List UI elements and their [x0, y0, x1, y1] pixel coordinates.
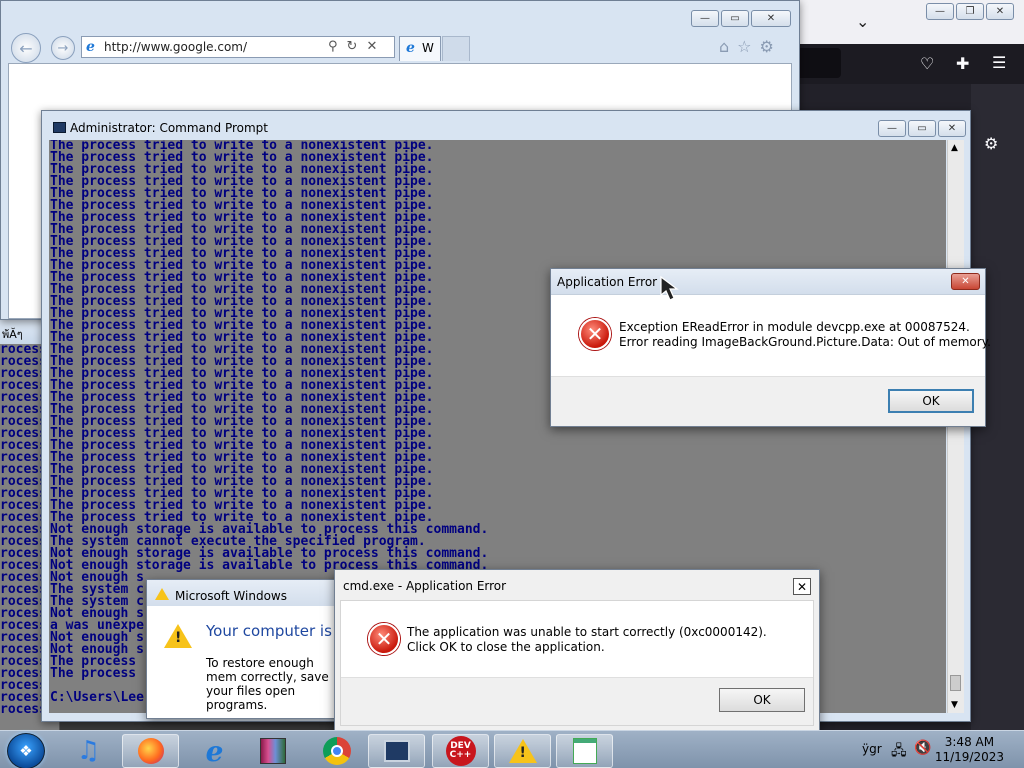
application-error-footer: OK: [551, 376, 985, 426]
taskbar-winrar[interactable]: [244, 734, 301, 768]
restore-button[interactable]: ❐: [956, 3, 984, 20]
taskbar-itunes[interactable]: ♫: [60, 734, 117, 768]
cmd-minimize-button[interactable]: —: [878, 120, 906, 137]
taskbar-chrome[interactable]: [308, 734, 365, 768]
console-icon: [383, 740, 410, 762]
menu-icon[interactable]: ☰: [992, 53, 1006, 72]
clock-time: 3:48 AM: [944, 735, 995, 749]
mouse-cursor-icon: [660, 275, 679, 301]
volume-muted-icon[interactable]: 🔇: [914, 740, 931, 756]
ie-maximize-button[interactable]: ▭: [721, 10, 749, 27]
cmd-application-error-dialog: cmd.exe - Application Error ✕ ✕ The appl…: [334, 569, 820, 732]
application-error-line1: Exception EReadError in module devcpp.ex…: [619, 320, 970, 334]
back-arrow-icon: ←: [19, 38, 33, 58]
forward-arrow-icon: →: [57, 40, 69, 56]
scroll-down-icon[interactable]: ▼: [951, 700, 958, 710]
scroll-thumb[interactable]: [950, 675, 961, 691]
firefox-icon: [137, 738, 164, 764]
devcpp-icon: DEV C++: [445, 736, 476, 766]
windows-logo-icon: ❖: [19, 742, 33, 760]
tab-label: W: [422, 41, 434, 55]
cmd-error-ok-button[interactable]: OK: [719, 688, 805, 712]
firefox-url-bar[interactable]: [796, 48, 841, 78]
tab-ie-icon: e: [406, 40, 415, 56]
ie-minimize-button[interactable]: —: [691, 10, 719, 27]
favorites-star-icon[interactable]: ☆: [737, 37, 751, 56]
refresh-icon[interactable]: ↻: [347, 39, 358, 54]
taskbar-internet-explorer[interactable]: e: [186, 734, 243, 768]
app-error-close-button[interactable]: ✕: [951, 273, 980, 290]
scroll-up-icon[interactable]: ▲: [951, 143, 958, 153]
extensions-icon[interactable]: ✚: [956, 54, 969, 73]
address-url: http://www.google.com/: [104, 40, 248, 54]
cmd-close-button[interactable]: ✕: [938, 120, 966, 137]
low-memory-body: To restore enough mem correctly, save yo…: [206, 656, 329, 712]
network-icon[interactable]: 🖧: [891, 740, 907, 764]
minimize-button[interactable]: —: [926, 3, 954, 20]
back-button[interactable]: ←: [11, 33, 41, 63]
cmd-error-message: The application was unable to start corr…: [407, 625, 767, 654]
tools-gear-icon[interactable]: ⚙: [760, 37, 774, 56]
title-warning-icon: [155, 588, 169, 600]
command-prompt-icon: [53, 122, 66, 133]
microsoft-windows-title: Microsoft Windows: [147, 580, 345, 606]
application-error-message: Exception EReadError in module devcpp.ex…: [619, 320, 991, 350]
microsoft-windows-dialog: Microsoft Windows ! Your computer is l T…: [146, 579, 346, 719]
error-icon: ✕: [368, 623, 400, 655]
application-error-line2: Error reading ImageBackGround.Picture.Da…: [619, 335, 991, 349]
archive-icon: [259, 738, 286, 764]
close-button[interactable]: ✕: [986, 3, 1014, 20]
cmd-error-body: ✕ The application was unable to start co…: [340, 600, 814, 726]
taskbar-firefox[interactable]: [122, 734, 179, 768]
application-error-title: Application Error: [551, 269, 985, 295]
pocket-icon[interactable]: ♡: [920, 54, 934, 73]
cmd-error-close-button[interactable]: ✕: [793, 578, 811, 595]
ie-taskbar-icon: e: [205, 734, 224, 768]
application-error-ok-button[interactable]: OK: [888, 389, 974, 413]
stop-icon[interactable]: ✕: [366, 39, 377, 54]
taskbar-command-prompt[interactable]: [368, 734, 425, 768]
browser-tab[interactable]: e W: [399, 36, 441, 61]
chevron-down-icon[interactable]: ⌄: [856, 12, 869, 31]
cmd-error-title: cmd.exe - Application Error: [335, 570, 819, 596]
music-note-icon: ♫: [76, 736, 101, 766]
settings-gear-icon[interactable]: ⚙: [984, 134, 998, 153]
new-tab-button[interactable]: [442, 36, 470, 61]
warning-taskbar-icon: !: [508, 739, 537, 763]
taskbar-notepad[interactable]: [556, 734, 613, 768]
forward-button[interactable]: →: [51, 36, 75, 60]
home-icon[interactable]: ⌂: [719, 37, 729, 56]
application-error-dialog: Application Error ✕ ✕ Exception EReadErr…: [550, 268, 991, 427]
search-icon[interactable]: ⚲: [328, 39, 338, 54]
cmd-error-footer: OK: [341, 677, 813, 725]
language-indicator[interactable]: ÿgr: [862, 742, 882, 756]
cmd-maximize-button[interactable]: ▭: [908, 120, 936, 137]
system-clock[interactable]: 3:48 AM 11/19/2023: [935, 735, 1004, 765]
low-memory-heading: Your computer is l: [206, 622, 341, 640]
error-icon: ✕: [579, 318, 611, 350]
taskbar-warning-app[interactable]: !: [494, 734, 551, 768]
document-icon: [572, 738, 597, 764]
clock-date: 11/19/2023: [934, 750, 1004, 764]
firefox-titlebar: ⌄ — ❐ ✕: [796, 0, 1024, 44]
ie-close-button[interactable]: ✕: [751, 10, 791, 27]
warning-icon: !: [164, 624, 192, 648]
ie-logo-icon: e: [86, 39, 95, 55]
command-prompt-title: Administrator: Command Prompt: [70, 121, 268, 135]
taskbar: ❖ ♫ e DEV C++ ! ÿgr 🖧 🔇 3:48 AM 11/19/20…: [0, 730, 1024, 768]
taskbar-devcpp[interactable]: DEV C++: [432, 734, 489, 768]
chrome-icon: [322, 737, 351, 765]
start-button[interactable]: ❖: [7, 733, 45, 768]
